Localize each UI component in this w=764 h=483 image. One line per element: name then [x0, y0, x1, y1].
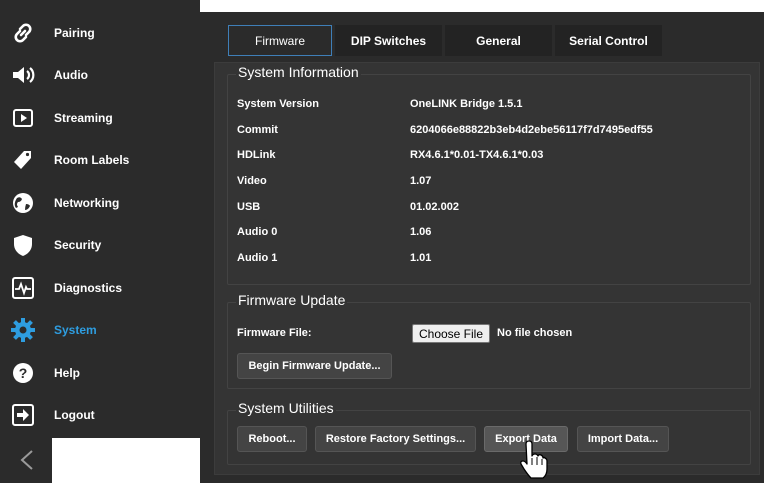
sidebar-item-audio[interactable]: Audio	[0, 54, 200, 96]
tab-label: Firmware	[255, 33, 305, 48]
sidebar-item-label: Help	[54, 366, 81, 380]
sidebar-footer	[0, 438, 52, 483]
group-title: Firmware Update	[236, 292, 348, 308]
info-value-hdlink: RX4.6.1*0.01-TX4.6.1*0.03	[410, 149, 544, 161]
pulse-icon	[10, 275, 36, 301]
link-icon	[10, 20, 36, 46]
hand-cursor-icon	[520, 440, 548, 479]
sidebar-item-room-labels[interactable]: Room Labels	[0, 139, 200, 181]
tab-firmware[interactable]: Firmware	[228, 25, 332, 56]
sidebar-item-label: Diagnostics	[54, 281, 123, 295]
import-data-button[interactable]: Import Data...	[577, 426, 669, 452]
sidebar-item-security[interactable]: Security	[0, 224, 200, 266]
sidebar-item-system[interactable]: System	[0, 309, 200, 351]
help-icon: ?	[10, 360, 36, 386]
speaker-icon	[10, 62, 36, 88]
sidebar-item-streaming[interactable]: Streaming	[0, 97, 200, 139]
tab-dip-switches[interactable]: DIP Switches	[335, 25, 442, 56]
group-title: System Information	[236, 64, 361, 80]
sidebar-item-label: Audio	[54, 68, 88, 82]
info-label-system-version: System Version	[237, 98, 319, 110]
file-status-text: No file chosen	[497, 327, 573, 339]
tag-icon	[10, 147, 36, 173]
tab-label: General	[476, 33, 521, 48]
app-window: Pairing Audio Streaming Room Labels Netw	[0, 0, 764, 483]
info-value-video: 1.07	[410, 175, 432, 187]
sidebar-item-networking[interactable]: Networking	[0, 182, 200, 224]
sidebar-item-label: Room Labels	[54, 153, 130, 167]
tab-serial-control[interactable]: Serial Control	[555, 25, 662, 56]
reboot-button[interactable]: Reboot...	[237, 426, 307, 452]
info-value-system-version: OneLINK Bridge 1.5.1	[410, 98, 523, 110]
chevron-left-icon[interactable]	[14, 446, 40, 474]
info-value-audio-0: 1.06	[410, 226, 432, 238]
begin-firmware-update-button[interactable]: Begin Firmware Update...	[237, 353, 392, 379]
sidebar-item-label: Logout	[54, 408, 95, 422]
sidebar-item-label: Networking	[54, 196, 120, 210]
logout-icon	[10, 402, 36, 428]
sidebar-item-pairing[interactable]: Pairing	[0, 12, 200, 54]
info-label-hdlink: HDLink	[237, 149, 276, 161]
svg-text:?: ?	[19, 365, 28, 381]
globe-icon	[10, 190, 36, 216]
shield-icon	[10, 232, 36, 258]
choose-file-button[interactable]: Choose File	[412, 324, 490, 343]
tab-label: Serial Control	[569, 33, 648, 48]
sidebar-item-label: Streaming	[54, 111, 113, 125]
play-icon	[10, 105, 36, 131]
sidebar-item-label: System	[54, 323, 97, 337]
info-value-commit: 6204066e88822b3eb4d2ebe56117f7d7495edf55	[410, 124, 653, 136]
sidebar: Pairing Audio Streaming Room Labels Netw	[0, 0, 200, 438]
sidebar-item-help[interactable]: ? Help	[0, 352, 200, 394]
tab-general[interactable]: General	[445, 25, 552, 56]
info-value-audio-1: 1.01	[410, 252, 432, 264]
info-label-usb: USB	[237, 201, 261, 213]
group-title: System Utilities	[236, 400, 336, 416]
info-label-audio-1: Audio 1	[237, 252, 278, 264]
firmware-file-label: Firmware File:	[237, 327, 312, 339]
sidebar-item-logout[interactable]: Logout	[0, 394, 200, 436]
restore-factory-settings-button[interactable]: Restore Factory Settings...	[315, 426, 476, 452]
info-label-audio-0: Audio 0	[237, 226, 278, 238]
gear-icon	[10, 317, 36, 343]
tab-label: DIP Switches	[350, 33, 427, 48]
info-label-commit: Commit	[237, 124, 278, 136]
sidebar-item-diagnostics[interactable]: Diagnostics	[0, 267, 200, 309]
info-label-video: Video	[237, 175, 267, 187]
sidebar-item-label: Pairing	[54, 26, 95, 40]
info-value-usb: 01.02.002	[410, 201, 459, 213]
sidebar-item-label: Security	[54, 238, 102, 252]
